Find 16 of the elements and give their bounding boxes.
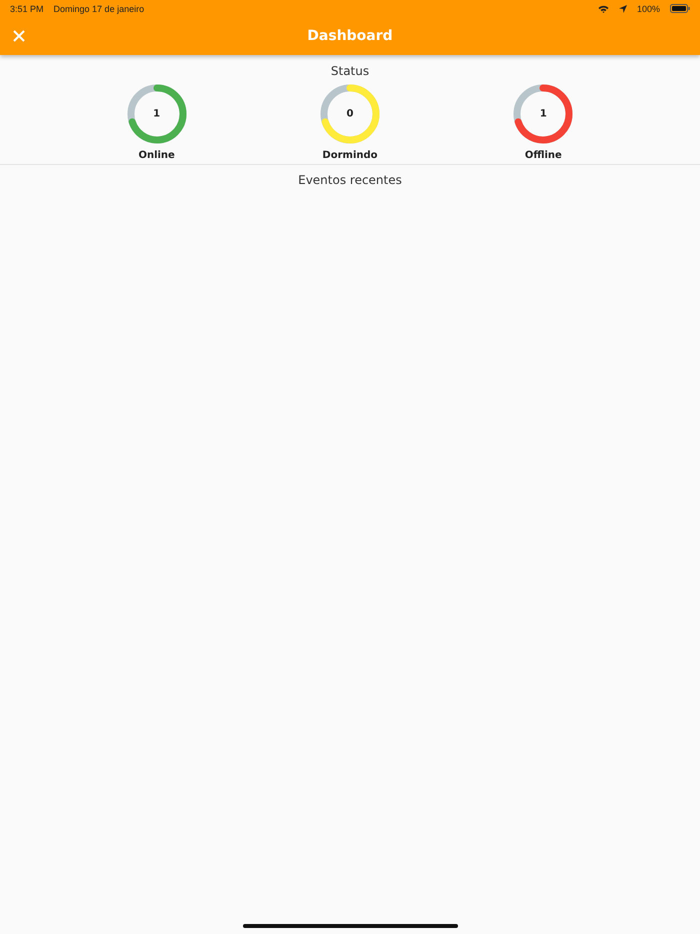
gauge-value: 1 — [540, 108, 547, 120]
battery-percent: 100% — [636, 4, 660, 14]
gauge-label: Offline — [524, 150, 562, 161]
section-title: Eventos recentes — [298, 173, 402, 187]
location-arrow-icon — [618, 4, 627, 12]
gauge-label: Dormindo — [322, 150, 378, 161]
gauge-value: 1 — [153, 108, 160, 120]
close-icon — [13, 30, 25, 42]
app-bar-title: Dashboard — [307, 28, 393, 44]
battery-icon — [670, 4, 690, 13]
gauge-value: 0 — [346, 108, 354, 120]
section-title: Status — [330, 64, 370, 78]
wifi-icon — [598, 4, 609, 12]
status-date: Domingo 17 de janeiro — [54, 4, 144, 14]
status-time: 3:51 PM — [10, 4, 44, 14]
gauge-label: Online — [138, 150, 175, 161]
